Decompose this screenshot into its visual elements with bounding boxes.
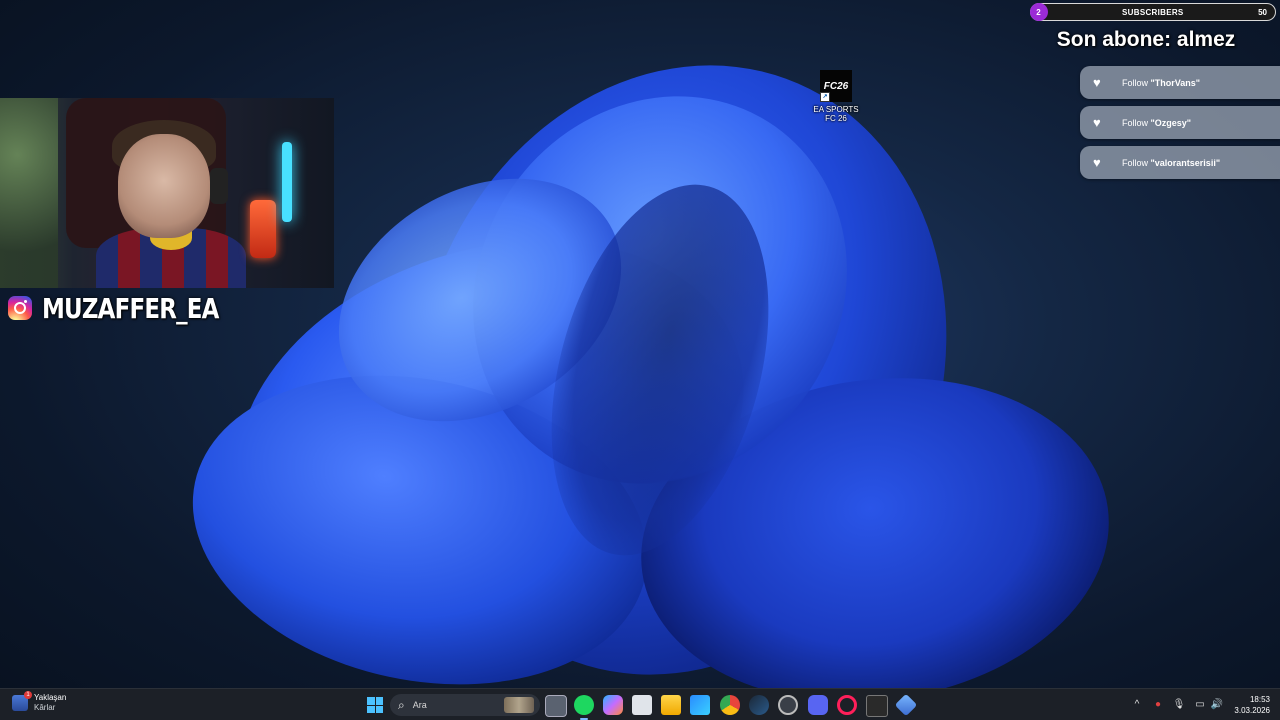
microphone-icon[interactable]: 🎙 — [1172, 699, 1186, 710]
windows-icon — [367, 697, 383, 713]
subscriber-goal-bar: 2 SUBSCRIBERS 50 — [1029, 3, 1276, 21]
search-icon: ⌕ — [398, 697, 405, 712]
follower-name: "Ozgesy" — [1150, 117, 1192, 128]
widget-subtitle: Kârlar — [34, 703, 56, 712]
taskbar-search[interactable]: ⌕ Ara — [390, 694, 540, 716]
subscriber-goal-target: 50 — [1258, 7, 1267, 17]
microsoft-store-icon[interactable] — [690, 695, 710, 715]
snipping-tool-icon[interactable] — [632, 695, 652, 715]
epic-games-icon[interactable] — [866, 695, 888, 717]
copilot-icon[interactable] — [603, 695, 623, 715]
widget-title: Yaklaşan — [34, 693, 67, 702]
webcam-feed — [0, 98, 334, 288]
app-cube-icon[interactable] — [894, 693, 918, 717]
subscriber-goal-title: SUBSCRIBERS — [1122, 7, 1184, 17]
heart-icon: ♥ — [1093, 115, 1101, 130]
display-icon[interactable]: ▭ — [1193, 699, 1207, 710]
follower-name: "valorantserisii" — [1150, 157, 1221, 168]
task-view-icon[interactable] — [545, 695, 567, 717]
instagram-handle-overlay: MUZAFFER_EA — [8, 291, 257, 325]
opera-gx-icon[interactable] — [837, 695, 857, 715]
clock-date: 3.03.2026 — [1234, 706, 1270, 715]
antivirus-tray-icon[interactable]: ● — [1151, 699, 1165, 710]
instagram-icon — [8, 296, 32, 320]
follow-alert: ♥ Follow "ThorVans" — [1080, 66, 1280, 99]
news-widget-icon: 1 — [12, 691, 32, 711]
search-highlight-image — [504, 697, 534, 713]
follow-alert: ♥ Follow "Ozgesy" — [1080, 106, 1280, 139]
subscriber-count: 2 — [1029, 3, 1048, 21]
taskbar-clock[interactable]: 18:53 3.03.2026 — [1226, 694, 1270, 716]
instagram-handle: MUZAFFER_EA — [42, 291, 219, 325]
ea-fc-app-icon: FC26 ↗ — [820, 70, 852, 102]
speaker-icon[interactable]: 🔊 — [1210, 699, 1224, 710]
shortcut-arrow-icon: ↗ — [820, 92, 830, 102]
clock-time: 18:53 — [1249, 695, 1270, 704]
chevron-up-icon[interactable]: ^ — [1130, 699, 1144, 710]
chrome-icon[interactable] — [720, 695, 740, 715]
weather-widget[interactable]: 1 Yaklaşan Kârlar — [12, 691, 67, 713]
follower-name: "ThorVans" — [1150, 77, 1201, 88]
file-explorer-icon[interactable] — [661, 695, 681, 715]
desktop-icon-ea-sports-fc[interactable]: FC26 ↗ EA SPORTS FC 26 — [812, 70, 860, 123]
discord-icon[interactable] — [808, 695, 828, 715]
last-subscriber-text: Son abone: almez — [1056, 28, 1236, 51]
desktop-icon-label: EA SPORTS FC 26 — [813, 105, 859, 123]
heart-icon: ♥ — [1093, 75, 1101, 90]
heart-icon: ♥ — [1093, 155, 1101, 170]
notification-badge: 1 — [24, 691, 32, 699]
spotify-icon[interactable] — [574, 695, 594, 720]
start-button[interactable] — [364, 694, 386, 716]
taskbar: 1 Yaklaşan Kârlar ⌕ Ara ^ ● 🎙 ▭ 🔊 18:53 … — [0, 688, 1280, 720]
origin-icon[interactable] — [778, 695, 798, 715]
search-placeholder: Ara — [412, 700, 427, 710]
steam-icon[interactable] — [749, 695, 769, 715]
follow-alert: ♥ Follow "valorantserisii" — [1080, 146, 1280, 179]
